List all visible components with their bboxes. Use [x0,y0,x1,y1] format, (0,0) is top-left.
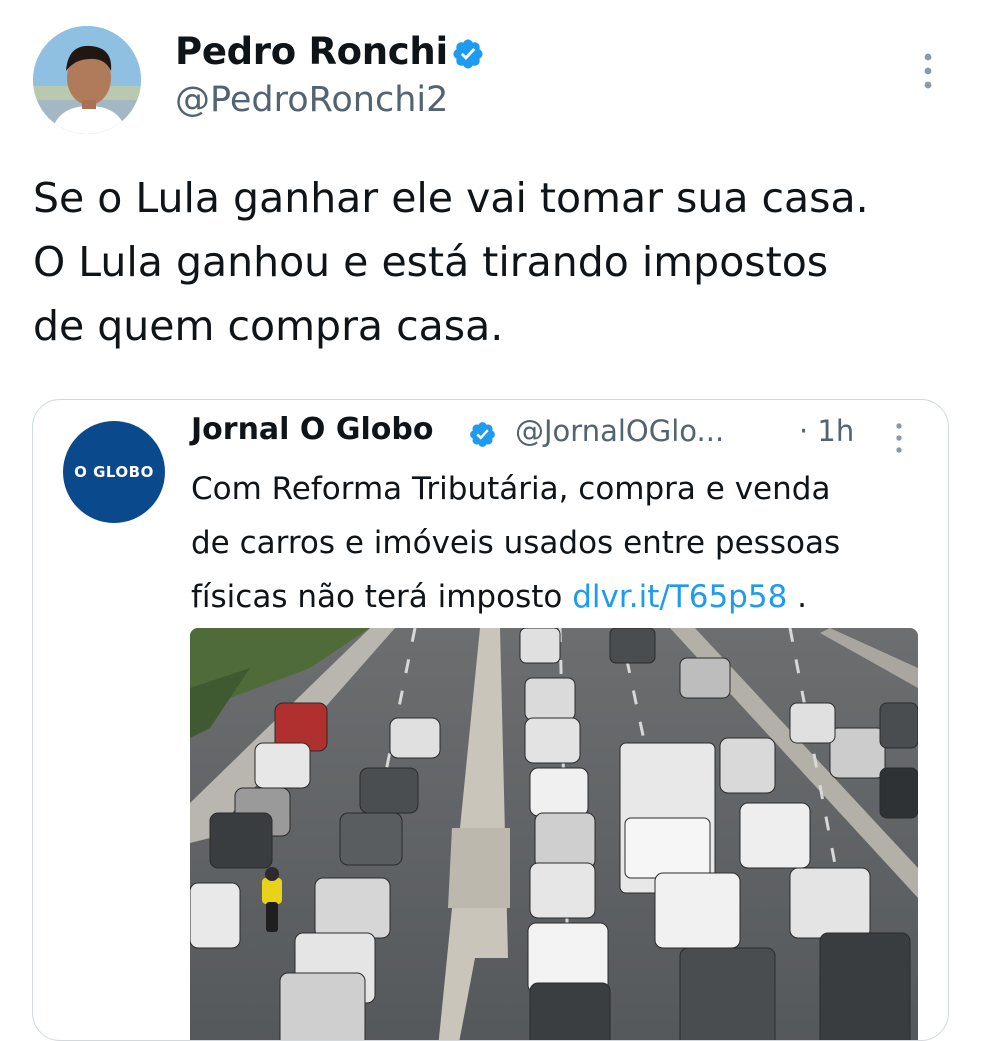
more-vertical-icon[interactable] [893,422,905,454]
quoted-author-handle[interactable]: @JornalOGlo... [515,414,724,448]
author-name[interactable]: Pedro Ronchi [175,30,448,73]
quoted-tweet-card[interactable]: O GLOBO Jornal O Globo @JornalOGlo... · … [32,399,949,1041]
tweet-text-line: Se o Lula ganhar ele vai tomar sua casa. [33,174,869,222]
quoted-text-fragment: . [787,579,808,615]
author-avatar[interactable] [33,26,141,134]
quoted-avatar[interactable]: O GLOBO [63,421,165,523]
more-vertical-icon[interactable] [919,52,937,90]
tweet-text-line: O Lula ganhou e está tirando impostos [33,238,829,286]
quoted-media-image[interactable] [190,628,918,1040]
quoted-link[interactable]: dlvr.it/T65p58 [572,579,787,615]
quoted-author-name[interactable]: Jornal O Globo [191,412,433,447]
quoted-text-line: físicas não terá imposto dlvr.it/T65p58 … [191,570,931,624]
verified-badge-icon [470,422,495,447]
quoted-text-line: Com Reforma Tributária, compra e venda [191,471,831,507]
quoted-text-line: de carros e imóveis usados entre pessoas [191,525,841,561]
quoted-tweet-text: Com Reforma Tributária, compra e venda d… [191,462,931,624]
globo-logo-text: O GLOBO [74,463,154,481]
tweet-text: Se o Lula ganhar ele vai tomar sua casa.… [33,166,953,358]
tweet-text-line: de quem compra casa. [33,302,504,350]
quoted-text-fragment: físicas não terá imposto [191,579,573,615]
author-handle[interactable]: @PedroRonchi2 [175,80,448,120]
quoted-timestamp[interactable]: · 1h [799,414,854,448]
verified-badge-icon [453,39,483,69]
